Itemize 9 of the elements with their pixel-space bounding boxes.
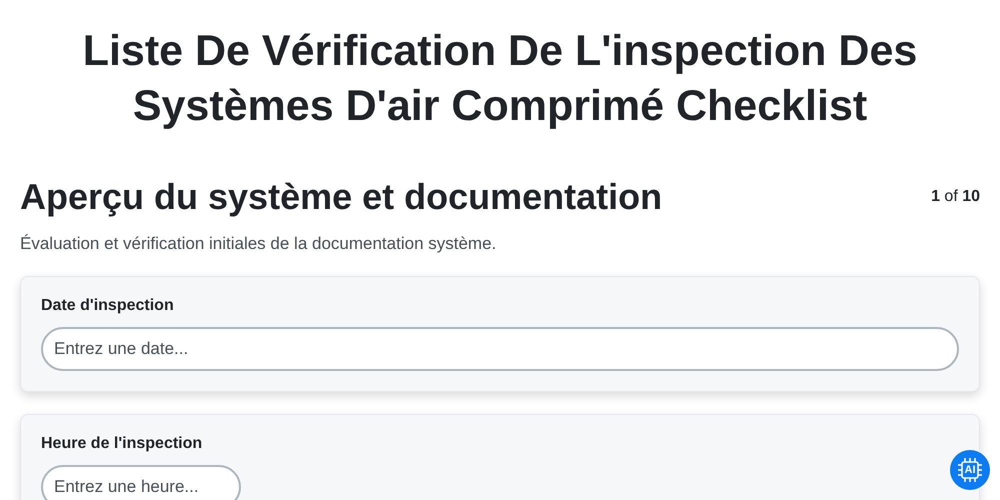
input-field[interactable]: Entrez une date...: [41, 327, 959, 371]
field-label: Heure de l'inspection: [41, 435, 204, 453]
input-field[interactable]: Entrez une heure...: [41, 465, 241, 500]
section-heading: Aperçu du système et documentation: [20, 176, 662, 218]
page-counter: 1 of 10: [931, 188, 980, 206]
section-description: Évaluation et vérification initiales de la documentation système.: [20, 234, 498, 254]
chip-icon: [955, 455, 985, 485]
page-title: Liste De Vérification De L'inspection Des Systèmes D'air Comprimé Checklist: [82, 26, 918, 132]
field-label: Date d'inspection: [41, 297, 175, 315]
